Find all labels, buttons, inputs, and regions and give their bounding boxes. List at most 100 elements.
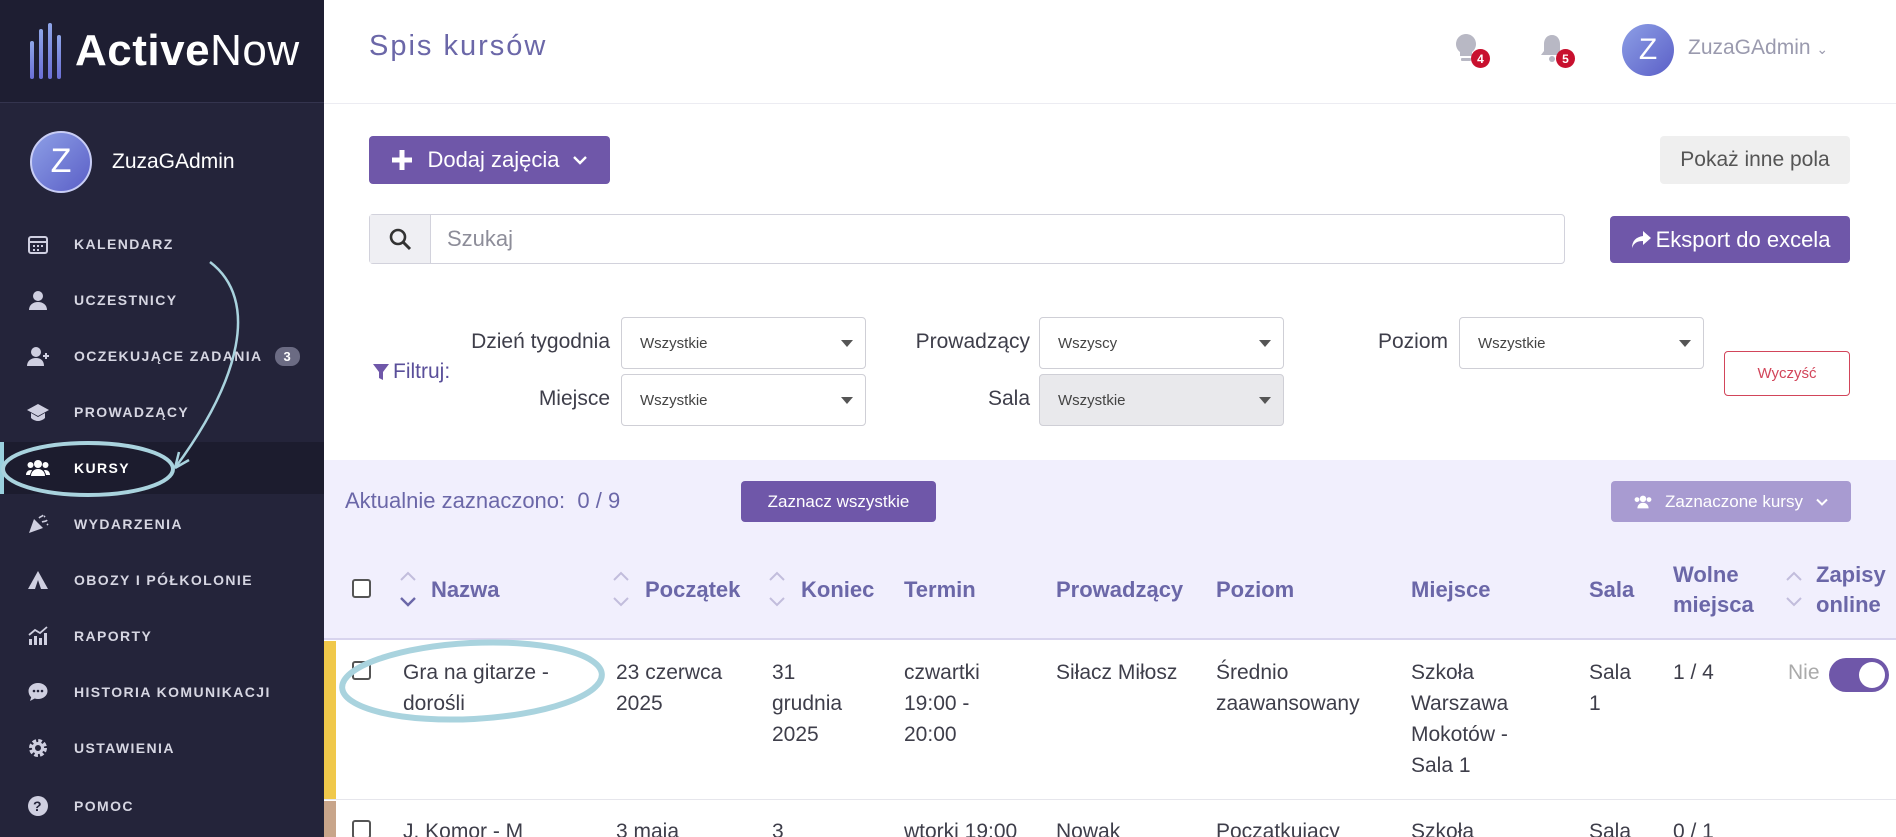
filter-teacher-select[interactable]: Wszyscy <box>1039 317 1284 369</box>
row-checkbox[interactable] <box>352 820 371 837</box>
chart-icon <box>26 624 50 648</box>
cell-room: Sala 1 <box>1589 661 1632 715</box>
filter-level-select[interactable]: Wszystkie <box>1459 317 1704 369</box>
search-bar <box>369 214 1565 264</box>
sidebar-item-label: USTAWIENIA <box>74 740 175 756</box>
logo-bars-icon <box>30 23 61 79</box>
selected-courses-button[interactable]: Zaznaczone kursy <box>1611 481 1851 522</box>
cell-level: Początkujący <box>1216 820 1340 837</box>
column-level-header: Poziom <box>1216 577 1295 602</box>
column-end-header[interactable]: Koniec <box>801 575 874 605</box>
sort-end-icon[interactable] <box>768 570 786 610</box>
help-icon: ? <box>26 794 50 818</box>
avatar: Z <box>30 130 92 193</box>
sidebar-item-label: UCZESTNICY <box>74 292 178 308</box>
sidebar-item-label: POMOC <box>74 798 134 814</box>
filter-title: Filtruj: <box>373 360 450 384</box>
filter-icon <box>373 364 389 380</box>
filter-day-label: Dzień tygodnia <box>471 330 610 353</box>
sidebar-user[interactable]: Z ZuzaGAdmin <box>0 102 324 220</box>
sort-name-icon[interactable] <box>399 570 417 610</box>
row-color-marker <box>324 641 336 799</box>
sidebar-item-prowadzacy[interactable]: PROWADZĄCY <box>0 386 324 438</box>
add-class-button[interactable]: Dodaj zajęcia <box>369 136 610 184</box>
cell-term: czwartki 19:00 -20:00 <box>904 661 980 746</box>
graduation-cap-icon <box>26 400 50 424</box>
chevron-down-icon <box>1816 498 1828 506</box>
app-logo[interactable]: ActiveNow <box>0 0 324 102</box>
show-other-fields-button[interactable]: Pokaż inne pola <box>1660 136 1850 184</box>
gear-icon <box>26 736 50 760</box>
column-room-header: Sala <box>1589 577 1635 602</box>
sidebar-item-raporty[interactable]: RAPORTY <box>0 610 324 662</box>
sidebar-item-oczekujace-zadania[interactable]: OCZEKUJĄCE ZADANIA 3 <box>0 330 324 382</box>
cell-online-label: Nie <box>1788 661 1820 684</box>
sidebar-item-kursy[interactable]: KURSY <box>0 442 324 494</box>
row-checkbox[interactable] <box>352 661 371 680</box>
filter-room-label: Sala <box>987 387 1030 410</box>
column-name-header[interactable]: Nazwa <box>431 575 499 605</box>
sidebar: ActiveNow Z ZuzaGAdmin KALENDARZ UCZESTN… <box>0 0 324 837</box>
sidebar-user-name: ZuzaGAdmin <box>112 149 235 173</box>
export-excel-button[interactable]: Eksport do excela <box>1610 216 1850 263</box>
tent-icon <box>26 568 50 592</box>
sidebar-item-label: HISTORIA KOMUNIKACJI <box>74 684 271 700</box>
sidebar-item-label: KALENDARZ <box>74 236 174 252</box>
logo-text: ActiveNow <box>75 26 300 75</box>
cell-name[interactable]: J. Komor - M <box>403 816 523 837</box>
filter-place-select[interactable]: Wszystkie <box>621 374 866 426</box>
cell-start: 23 czerwca 2025 <box>616 661 723 715</box>
cell-level: Średnio zaawansowany <box>1216 661 1360 715</box>
cell-term: wtorki 19:00 <box>904 820 1018 837</box>
plus-icon <box>392 150 413 170</box>
top-bar: Spis kursów 4 5 Z ZuzaGAdmin ⌄ <box>324 0 1896 104</box>
column-online-header[interactable]: Zapisy online <box>1816 560 1886 620</box>
sidebar-item-obozy[interactable]: OBOZY I PÓŁKOLONIE <box>0 554 324 606</box>
select-all-checkbox[interactable] <box>352 579 371 598</box>
avatar[interactable]: Z <box>1622 24 1674 76</box>
clear-filters-button[interactable]: Wyczyść <box>1724 351 1850 396</box>
person-icon <box>26 288 50 312</box>
tasks-count-badge: 3 <box>274 346 300 366</box>
sidebar-item-kalendarz[interactable]: KALENDARZ <box>0 218 324 270</box>
cell-teacher: Nowak <box>1056 820 1121 837</box>
online-toggle[interactable] <box>1829 658 1889 692</box>
cell-free: 0 / 1 <box>1673 820 1714 837</box>
svg-text:?: ? <box>33 798 43 814</box>
sidebar-item-label: WYDARZENIA <box>74 516 183 532</box>
page-title: Spis kursów <box>369 30 548 62</box>
sidebar-item-label: OCZEKUJĄCE ZADANIA <box>74 348 263 364</box>
notifications-button[interactable]: 5 <box>1537 32 1575 68</box>
share-arrow-icon <box>1631 230 1651 248</box>
user-menu[interactable]: ZuzaGAdmin ⌄ <box>1688 36 1828 60</box>
cell-teacher: Siłacz Miłosz <box>1056 661 1178 684</box>
cell-name[interactable]: Gra na gitarze - dorośli <box>403 657 549 719</box>
cell-start: 3 maja <box>616 820 680 837</box>
party-popper-icon <box>26 512 50 536</box>
tips-button[interactable]: 4 <box>1452 32 1490 68</box>
sidebar-item-pomoc[interactable]: ? POMOC <box>0 780 324 832</box>
sort-online-icon[interactable] <box>1785 570 1803 610</box>
sidebar-item-ustawienia[interactable]: USTAWIENIA <box>0 722 324 774</box>
sidebar-item-uczestnicy[interactable]: UCZESTNICY <box>0 274 324 326</box>
cell-end: 3 <box>772 820 784 837</box>
person-add-icon <box>26 344 50 368</box>
filter-teacher-label: Prowadzący <box>915 330 1030 353</box>
add-class-label: Dodaj zajęcia <box>427 147 560 172</box>
sidebar-item-wydarzenia[interactable]: WYDARZENIA <box>0 498 324 550</box>
column-start-header[interactable]: Początek <box>645 575 740 605</box>
filter-room-select[interactable]: Wszystkie <box>1039 374 1284 426</box>
tips-count: 4 <box>1471 49 1490 68</box>
filter-place-label: Miejsce <box>538 387 610 410</box>
filter-day-select[interactable]: Wszystkie <box>621 317 866 369</box>
notifications-count: 5 <box>1556 49 1575 68</box>
cell-end: 31 grudnia 2025 <box>772 661 843 746</box>
search-input[interactable] <box>431 215 1564 263</box>
sidebar-item-historia-komunikacji[interactable]: HISTORIA KOMUNIKACJI <box>0 666 324 718</box>
calendar-icon <box>26 232 50 256</box>
sort-start-icon[interactable] <box>612 570 630 610</box>
column-place-header: Miejsce <box>1411 577 1491 602</box>
sidebar-item-label: RAPORTY <box>74 628 153 644</box>
chevron-down-icon: ⌄ <box>1816 41 1829 57</box>
select-all-button[interactable]: Zaznacz wszystkie <box>741 481 936 522</box>
